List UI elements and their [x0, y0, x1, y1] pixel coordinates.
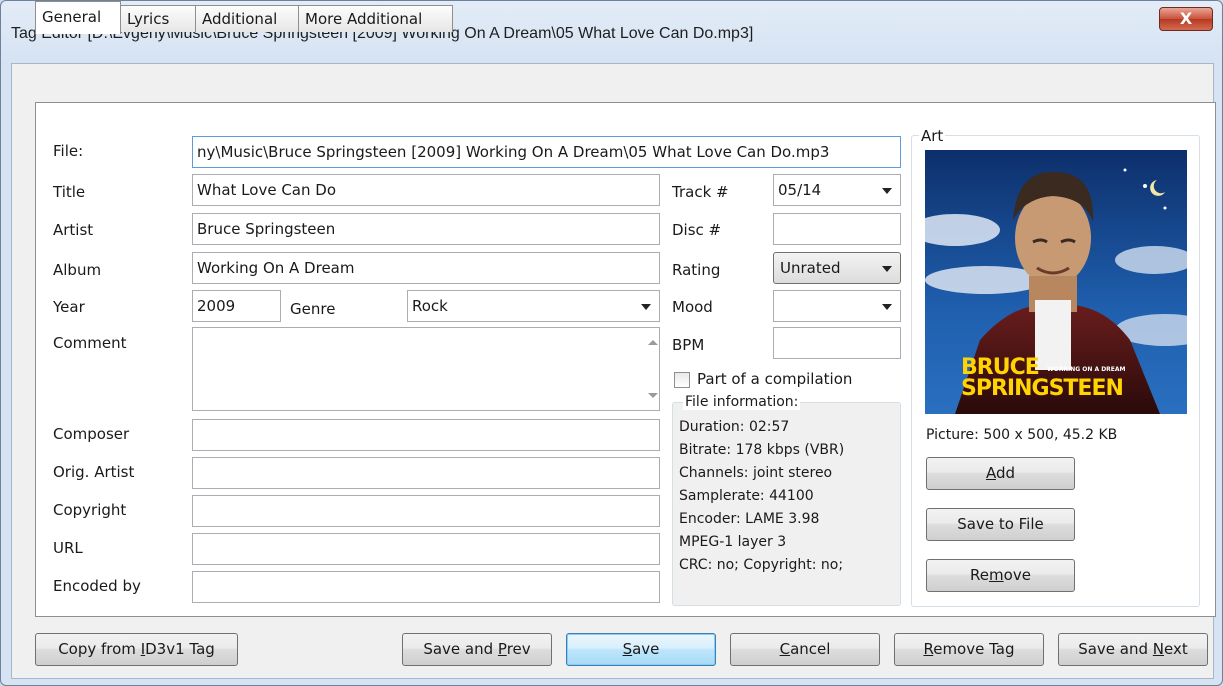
remove-tag-label-key: R: [923, 640, 934, 658]
mood-dropdown[interactable]: [773, 290, 901, 322]
prev-label-pre: Save and: [423, 640, 498, 658]
year-label: Year: [53, 298, 85, 316]
remove-art-label-pre: Re: [970, 566, 990, 584]
encoded-by-field[interactable]: [192, 571, 660, 603]
prev-label-post: rev: [506, 640, 531, 658]
save-label-post: ave: [632, 640, 660, 658]
duration-text: Duration: 02:57: [679, 419, 790, 435]
comment-textarea[interactable]: [192, 327, 660, 411]
cancel-label-post: ancel: [790, 640, 831, 658]
add-art-label-post: dd: [995, 464, 1016, 482]
cancel-label-key: C: [779, 640, 791, 658]
file-information-legend: File information:: [683, 394, 801, 410]
copy-label-post: D3v1 Tag: [145, 640, 215, 658]
orig-artist-label: Orig. Artist: [53, 463, 135, 481]
genre-dropdown[interactable]: Rock: [407, 290, 660, 322]
remove-art-label-post: ove: [1003, 566, 1031, 584]
copyright-label: Copyright: [53, 501, 127, 519]
encoder-text: Encoder: LAME 3.98: [679, 511, 820, 527]
disc-field[interactable]: [773, 213, 901, 245]
remove-art-label-key: m: [989, 566, 1004, 584]
file-field[interactable]: ny\Music\Bruce Springsteen [2009] Workin…: [192, 136, 901, 168]
tag-editor-window: Tag Editor [D:\Evgeny\Music\Bruce Spring…: [0, 0, 1223, 686]
chevron-down-icon[interactable]: [641, 304, 651, 310]
tab-more-additional[interactable]: More Additional: [298, 5, 453, 32]
next-label-key: N: [1152, 640, 1165, 658]
next-label-pre: Save and: [1078, 640, 1153, 658]
title-field[interactable]: What Love Can Do: [192, 174, 660, 206]
chevron-down-icon[interactable]: [882, 266, 892, 272]
rating-value: Unrated: [780, 259, 841, 277]
title-label: Title: [53, 183, 86, 201]
close-icon[interactable]: X: [1180, 9, 1192, 28]
comment-scrollbar[interactable]: [642, 328, 659, 410]
track-label: Track #: [672, 183, 729, 201]
tab-additional[interactable]: Additional: [195, 5, 299, 32]
genre-label: Genre: [290, 300, 336, 318]
add-art-button[interactable]: Add: [926, 457, 1075, 490]
channels-text: Channels: joint stereo: [679, 465, 833, 481]
year-field[interactable]: 2009: [192, 290, 281, 322]
remove-tag-label-post: emove Tag: [933, 640, 1015, 658]
track-value: 05/14: [778, 181, 822, 199]
chevron-down-icon[interactable]: [882, 304, 892, 310]
genre-value: Rock: [412, 297, 448, 315]
cancel-button[interactable]: Cancel: [730, 633, 880, 666]
bitrate-text: Bitrate: 178 kbps (VBR): [679, 442, 845, 458]
tab-general[interactable]: General: [35, 1, 121, 34]
save-and-prev-button[interactable]: Save and Prev: [402, 633, 552, 666]
add-art-label-key: A: [985, 464, 996, 482]
save-art-to-file-button[interactable]: Save to File: [926, 508, 1075, 541]
save-label-key: S: [622, 640, 633, 658]
orig-artist-field[interactable]: [192, 457, 660, 489]
save-button[interactable]: Save: [566, 633, 716, 666]
copy-from-id3v1-button[interactable]: Copy from ID3v1 Tag: [35, 633, 238, 666]
next-label-post: ext: [1164, 640, 1188, 658]
album-label: Album: [53, 261, 102, 279]
mpeg-text: MPEG-1 layer 3: [679, 534, 787, 550]
disc-label: Disc #: [672, 221, 722, 239]
comment-label: Comment: [53, 334, 127, 352]
url-label: URL: [53, 539, 83, 557]
prev-label-key: P: [497, 640, 507, 658]
composer-label: Composer: [53, 425, 130, 443]
art-legend: Art: [919, 127, 946, 145]
composer-field[interactable]: [192, 419, 660, 451]
save-and-next-button[interactable]: Save and Next: [1058, 633, 1208, 666]
file-label: File:: [53, 142, 84, 160]
samplerate-text: Samplerate: 44100: [679, 488, 814, 504]
encoded-by-label: Encoded by: [53, 577, 141, 595]
crc-text: CRC: no; Copyright: no;: [679, 557, 844, 573]
compilation-checkbox[interactable]: [674, 372, 690, 388]
chevron-down-icon[interactable]: [882, 188, 892, 194]
bpm-label: BPM: [672, 336, 705, 354]
scroll-up-icon[interactable]: [648, 340, 658, 345]
tab-lyrics[interactable]: Lyrics: [120, 5, 196, 32]
rating-label: Rating: [672, 261, 721, 279]
mood-label: Mood: [672, 298, 713, 316]
copy-label-pre: Copy from: [58, 640, 141, 658]
copyright-field[interactable]: [192, 495, 660, 527]
album-art-image[interactable]: BRUCE SPRINGSTEEN WORKING ON A DREAM: [925, 150, 1187, 414]
rating-dropdown[interactable]: Unrated: [773, 252, 901, 284]
url-field[interactable]: [192, 533, 660, 565]
artist-field[interactable]: Bruce Springsteen: [192, 213, 660, 245]
close-button[interactable]: X: [1159, 7, 1213, 31]
cover-subtitle: WORKING ON A DREAM: [1047, 366, 1126, 373]
scroll-down-icon[interactable]: [648, 393, 658, 398]
cover-text-springsteen: SPRINGSTEEN: [961, 376, 1124, 401]
picture-info: Picture: 500 x 500, 45.2 KB: [926, 427, 1118, 443]
bpm-field[interactable]: [773, 327, 901, 359]
remove-tag-button[interactable]: Remove Tag: [894, 633, 1044, 666]
track-dropdown[interactable]: 05/14: [773, 174, 901, 206]
remove-art-button[interactable]: Remove: [926, 559, 1075, 592]
compilation-label[interactable]: Part of a compilation: [697, 370, 852, 388]
album-field[interactable]: Working On A Dream: [192, 252, 660, 284]
artist-label: Artist: [53, 221, 94, 239]
